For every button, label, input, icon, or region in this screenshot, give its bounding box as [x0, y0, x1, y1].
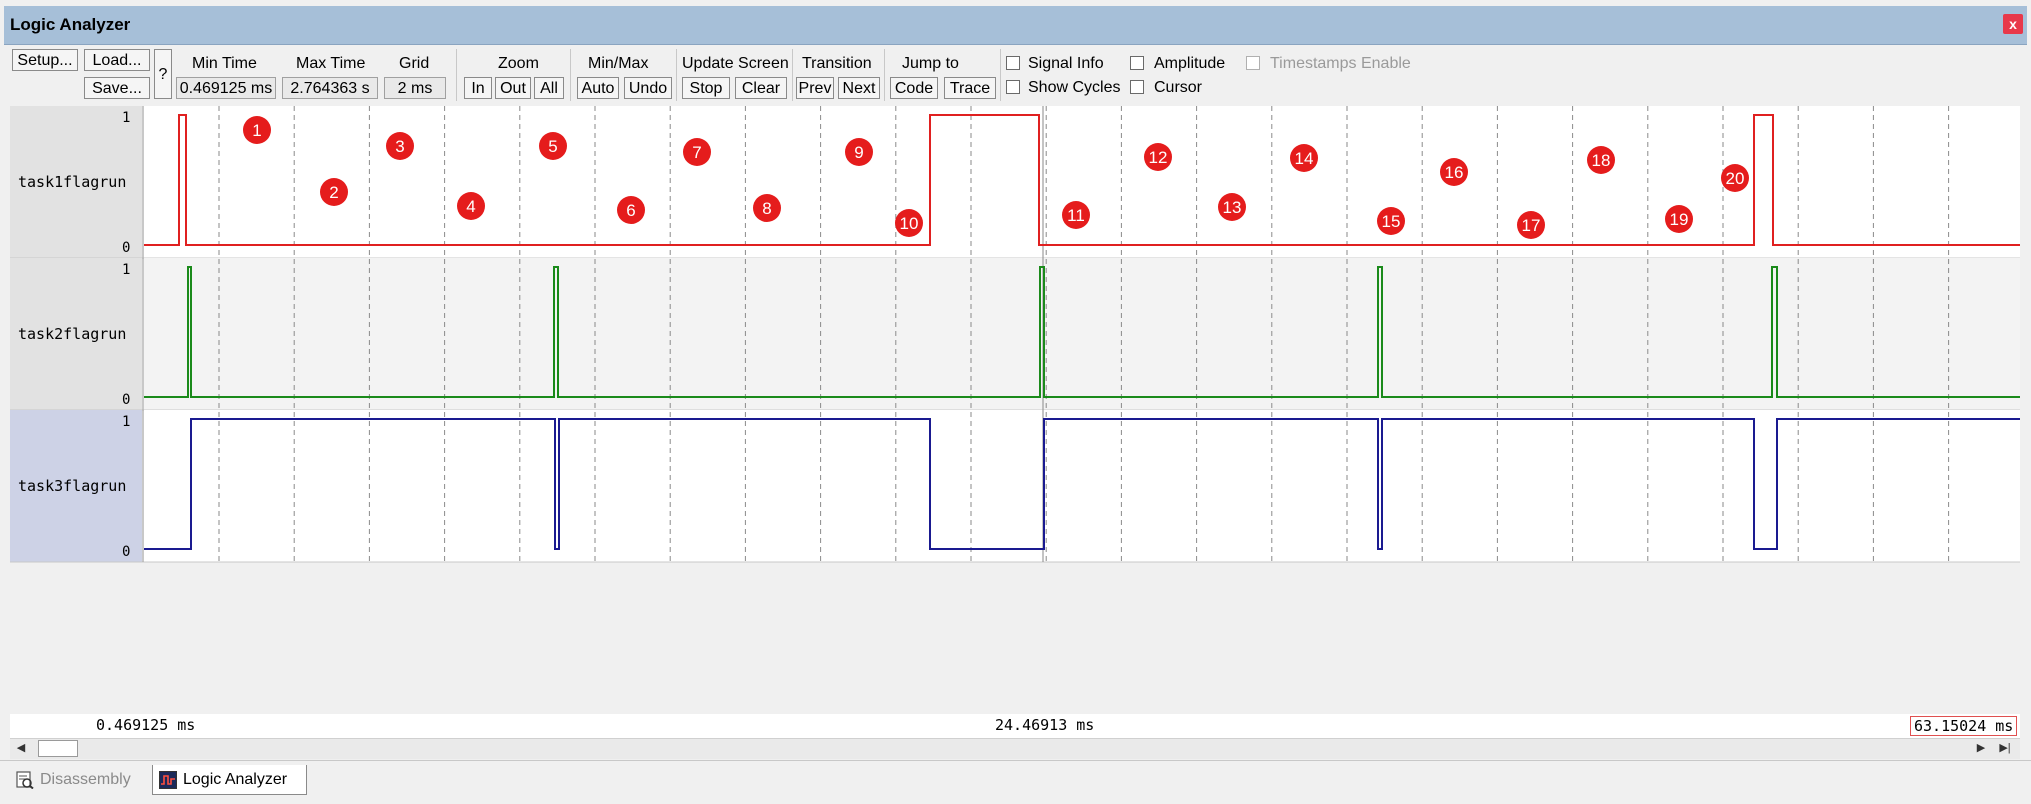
trace-row-bg — [144, 258, 2020, 410]
scroll-end-icon[interactable]: ▶| — [1996, 740, 2014, 757]
minmax-caption: Min/Max — [588, 55, 649, 72]
waveform-area[interactable]: task1flagrun 1 0 task2flagrun 1 0 task3flagrun… — [10, 106, 2020, 714]
signal-high-level: 1 — [122, 262, 130, 278]
marker-5-label: 5 — [548, 137, 557, 156]
update-stop-button[interactable]: Stop — [682, 77, 730, 99]
marker-16-label: 16 — [1445, 163, 1464, 182]
zoom-caption: Zoom — [498, 55, 539, 72]
zoom-all-button[interactable]: All — [534, 77, 564, 99]
time-axis: 0.469125 ms 24.46913 ms 63.15024 ms — [10, 714, 2020, 738]
disassembly-icon — [16, 771, 34, 789]
tab-logic-analyzer-label: Logic Analyzer — [183, 771, 288, 788]
timestamps-enable-checkbox[interactable] — [1246, 56, 1260, 70]
marker-2-label: 2 — [329, 183, 338, 202]
trace-row-bg — [144, 410, 2020, 562]
scroll-right-icon[interactable]: ▶ — [1972, 740, 1990, 757]
max-time-field: 2.764363 s — [282, 77, 378, 99]
logic-analyzer-icon — [159, 771, 177, 789]
scroll-left-icon[interactable]: ◀ — [12, 740, 30, 757]
amplitude-label: Amplitude — [1154, 55, 1226, 72]
marker-1-label: 1 — [252, 121, 261, 140]
transition-caption: Transition — [802, 55, 872, 72]
marker-15-label: 15 — [1382, 212, 1401, 231]
amplitude-checkbox[interactable] — [1130, 56, 1144, 70]
jump-code-button[interactable]: Code — [890, 77, 938, 99]
tab-disassembly-label: Disassembly — [40, 771, 131, 788]
waveform-display[interactable]: task1flagrun10task2flagrun10task3flagrun… — [10, 106, 2020, 714]
window-title: Logic Analyzer — [10, 15, 131, 34]
bottom-tab-bar: Disassembly Logic Analyzer — [0, 760, 2031, 804]
signal-name-task2flagrun: task2flagrun — [18, 325, 126, 343]
marker-13-label: 13 — [1223, 198, 1242, 217]
cursor-label: Cursor — [1154, 79, 1203, 96]
marker-11-label: 11 — [1067, 206, 1085, 225]
update-clear-button[interactable]: Clear — [735, 77, 787, 99]
horizontal-scrollbar[interactable]: ◀ ▶ ▶| — [10, 738, 2020, 759]
cursor-checkbox[interactable] — [1130, 80, 1144, 94]
signal-info-checkbox[interactable] — [1006, 56, 1020, 70]
marker-12-label: 12 — [1149, 148, 1168, 167]
marker-7-label: 7 — [692, 143, 701, 162]
marker-20-label: 20 — [1726, 169, 1745, 188]
jump-to-caption: Jump to — [902, 55, 959, 72]
close-icon[interactable]: x — [2003, 14, 2023, 34]
jump-trace-button[interactable]: Trace — [944, 77, 996, 99]
min-time-field: 0.469125 ms — [176, 77, 276, 99]
tab-disassembly[interactable]: Disassembly — [10, 765, 146, 795]
marker-17-label: 17 — [1522, 216, 1541, 235]
time-axis-min: 0.469125 ms — [96, 716, 196, 734]
marker-14-label: 14 — [1295, 149, 1314, 168]
signal-low-level: 0 — [122, 392, 130, 408]
min-time-caption: Min Time — [192, 55, 257, 72]
signal-name-task3flagrun: task3flagrun — [18, 477, 126, 495]
grid-caption: Grid — [399, 55, 430, 72]
marker-6-label: 6 — [626, 201, 635, 220]
signal-name-task1flagrun: task1flagrun — [18, 173, 126, 191]
signal-high-level: 1 — [122, 414, 130, 430]
transition-prev-button[interactable]: Prev — [796, 77, 834, 99]
transition-next-button[interactable]: Next — [838, 77, 880, 99]
setup-button[interactable]: Setup... — [12, 49, 78, 71]
update-screen-caption: Update Screen — [682, 55, 789, 72]
show-cycles-label: Show Cycles — [1028, 79, 1121, 96]
max-time-caption: Max Time — [296, 55, 366, 72]
help-button[interactable]: ? — [154, 49, 172, 99]
signal-low-level: 0 — [122, 240, 130, 256]
timestamps-enable-label: Timestamps Enable — [1270, 55, 1411, 72]
marker-8-label: 8 — [762, 199, 771, 218]
zoom-in-button[interactable]: In — [464, 77, 492, 99]
grid-field: 2 ms — [384, 77, 446, 99]
time-axis-cursor: 24.46913 ms — [995, 716, 1095, 734]
marker-18-label: 18 — [1592, 151, 1611, 170]
toolbar: Setup... Load... Save... ? Min Time 0.46… — [4, 45, 2027, 105]
marker-4-label: 4 — [466, 197, 475, 216]
save-button[interactable]: Save... — [84, 77, 150, 99]
minmax-auto-button[interactable]: Auto — [577, 77, 619, 99]
zoom-out-button[interactable]: Out — [495, 77, 531, 99]
signal-info-label: Signal Info — [1028, 55, 1104, 72]
marker-9-label: 9 — [854, 143, 863, 162]
scroll-thumb[interactable] — [38, 740, 78, 757]
marker-3-label: 3 — [395, 137, 404, 156]
marker-19-label: 19 — [1670, 210, 1689, 229]
marker-10-label: 10 — [900, 214, 919, 233]
minmax-undo-button[interactable]: Undo — [624, 77, 672, 99]
signal-high-level: 1 — [122, 110, 130, 126]
show-cycles-checkbox[interactable] — [1006, 80, 1020, 94]
logic-analyzer-window: Logic Analyzer x Setup... Load... Save..… — [0, 0, 2031, 804]
time-axis-max: 63.15024 ms — [1910, 716, 2018, 736]
title-bar: Logic Analyzer x — [4, 6, 2027, 45]
load-button[interactable]: Load... — [84, 49, 150, 71]
tab-logic-analyzer[interactable]: Logic Analyzer — [152, 765, 307, 795]
signal-low-level: 0 — [122, 544, 130, 560]
